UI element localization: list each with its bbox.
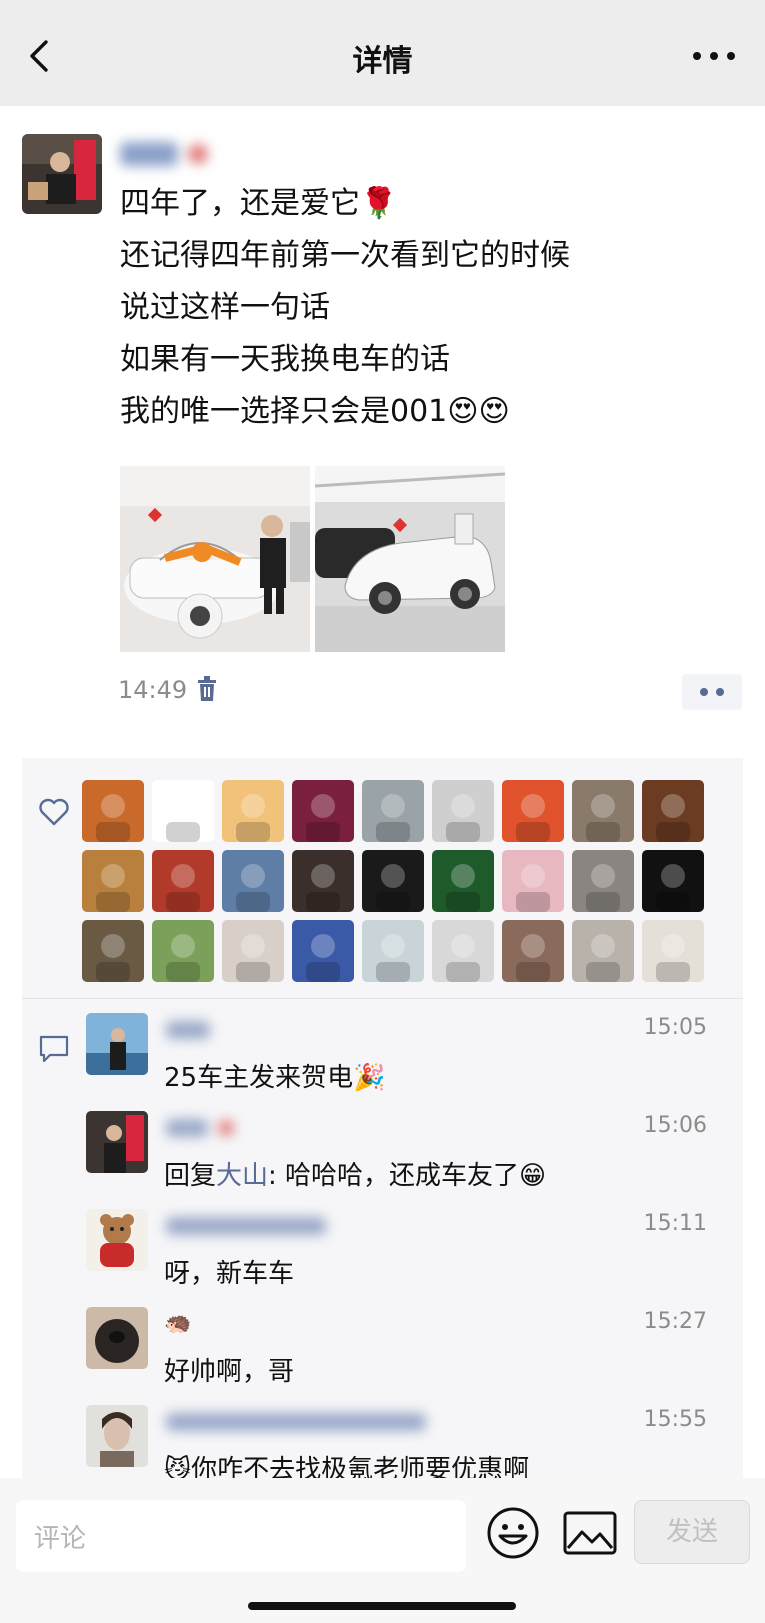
liker-avatar[interactable] — [502, 920, 564, 982]
author-name-blurred[interactable] — [120, 136, 220, 172]
commenter-avatar[interactable] — [86, 1307, 148, 1369]
liker-avatar[interactable] — [292, 920, 354, 982]
liker-avatar[interactable] — [502, 780, 564, 842]
comment-input-placeholder: 评论 — [34, 1524, 87, 1554]
post-photo[interactable] — [120, 466, 310, 652]
emoji-icon[interactable] — [486, 1506, 540, 1560]
liker-avatar[interactable] — [222, 920, 284, 982]
post-line: 四年了，还是爱它🌹 — [120, 186, 398, 221]
send-button[interactable]: 发送 — [634, 1500, 750, 1564]
section-divider — [22, 998, 743, 999]
home-indicator — [248, 1602, 516, 1610]
nav-bar: 详情 — [0, 0, 765, 106]
post-photos — [120, 466, 505, 652]
liker-avatar[interactable] — [82, 850, 144, 912]
comment-input-bar: 评论 发送 — [0, 1478, 765, 1623]
liker-avatar[interactable] — [152, 850, 214, 912]
post-line: 说过这样一句话 — [120, 290, 330, 325]
liker-avatar[interactable] — [572, 850, 634, 912]
reply-text: : 哈哈哈，还成车友了😁 — [268, 1161, 547, 1191]
liker-avatar[interactable] — [222, 780, 284, 842]
comment-text: 好帅啊，哥 — [164, 1357, 295, 1387]
post-line: 还记得四年前第一次看到它的时候 — [120, 238, 570, 273]
post-photo[interactable] — [315, 466, 505, 652]
post-line: 如果有一天我换电车的话 — [120, 342, 450, 377]
commenter-name-blurred — [166, 1413, 426, 1431]
commenter-name-blurred — [166, 1119, 234, 1137]
liker-avatar[interactable] — [502, 850, 564, 912]
liker-avatar[interactable] — [572, 920, 634, 982]
post-line: 我的唯一选择只会是001😍😍 — [120, 394, 510, 429]
liker-avatar[interactable] — [362, 920, 424, 982]
post-text: 四年了，还是爱它🌹 还记得四年前第一次看到它的时候 说过这样一句话 如果有一天我… — [120, 178, 720, 438]
liker-avatar[interactable] — [432, 780, 494, 842]
commenter-name-blurred — [166, 1021, 210, 1039]
heart-outline-icon — [39, 798, 69, 826]
comment-item[interactable]: 15:06 回复大山: 哈哈哈，还成车友了😁 — [22, 1111, 743, 1211]
liker-avatar[interactable] — [222, 850, 284, 912]
commenter-name[interactable]: 🦔 — [164, 1311, 191, 1337]
liker-avatar[interactable] — [292, 850, 354, 912]
comment-input[interactable]: 评论 — [16, 1500, 466, 1572]
liker-avatar[interactable] — [432, 920, 494, 982]
two-dots-icon — [700, 688, 724, 696]
more-options-icon[interactable] — [691, 46, 737, 66]
liker-avatar[interactable] — [572, 780, 634, 842]
comment-item[interactable]: 15:11 呀，新车车 — [22, 1209, 743, 1309]
interaction-panel: 15:05 25车主发来贺电🎉 15:06 回复大山: 哈哈哈，还成车友了😁 1… — [22, 758, 743, 1485]
commenter-avatar[interactable] — [86, 1013, 148, 1075]
likes-section — [22, 758, 743, 998]
comment-text: 25车主发来贺电🎉 — [164, 1063, 386, 1093]
liker-avatar[interactable] — [642, 920, 704, 982]
comment-item[interactable]: 🦔 15:27 好帅啊，哥 — [22, 1307, 743, 1407]
comment-time: 15:05 — [643, 1015, 707, 1040]
liker-avatar[interactable] — [642, 850, 704, 912]
comment-time: 15:11 — [643, 1211, 707, 1236]
image-icon[interactable] — [562, 1508, 618, 1558]
liker-avatar[interactable] — [432, 850, 494, 912]
liker-avatar[interactable] — [82, 780, 144, 842]
commenter-avatar[interactable] — [86, 1209, 148, 1271]
liker-avatar[interactable] — [362, 850, 424, 912]
comment-time: 15:27 — [643, 1309, 707, 1334]
reply-prefix: 回复 — [164, 1161, 217, 1191]
commenter-name-blurred — [166, 1217, 326, 1235]
comment-text: 呀，新车车 — [164, 1259, 295, 1289]
like-comment-toggle-button[interactable] — [682, 674, 742, 710]
liker-avatar[interactable] — [362, 780, 424, 842]
liker-avatar[interactable] — [292, 780, 354, 842]
comment-item[interactable]: 15:05 25车主发来贺电🎉 — [22, 1013, 743, 1113]
liker-avatar[interactable] — [152, 780, 214, 842]
page-title: 详情 — [352, 44, 413, 79]
liker-avatar[interactable] — [642, 780, 704, 842]
author-avatar[interactable] — [22, 134, 102, 214]
liker-avatar[interactable] — [152, 920, 214, 982]
comment-time: 15:06 — [643, 1113, 707, 1138]
comment-time: 15:55 — [643, 1407, 707, 1432]
commenter-avatar[interactable] — [86, 1405, 148, 1467]
reply-target-link[interactable]: 大山 — [216, 1161, 268, 1191]
delete-trash-icon[interactable] — [196, 676, 218, 702]
commenter-avatar[interactable] — [86, 1111, 148, 1173]
comment-text: 回复大山: 哈哈哈，还成车友了😁 — [164, 1155, 546, 1192]
post-time: 14:49 — [118, 676, 188, 704]
liker-avatar[interactable] — [82, 920, 144, 982]
